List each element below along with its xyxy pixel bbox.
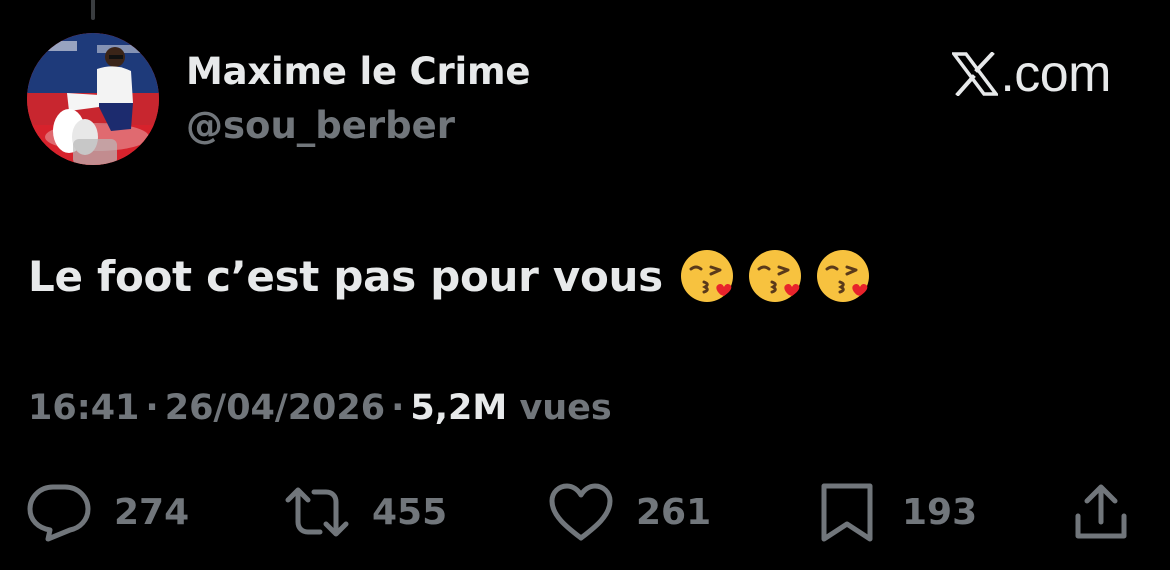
repost-icon — [285, 487, 349, 537]
share-icon — [1075, 484, 1127, 539]
emoji-group — [679, 247, 873, 305]
views-count[interactable]: 5,2M — [410, 388, 507, 428]
views-label: vues — [519, 388, 612, 428]
tweet-body: Le foot c’est pas pour vous — [28, 247, 873, 305]
user-handle[interactable]: @sou_berber — [186, 104, 455, 147]
bookmark-button[interactable]: 193 — [814, 480, 977, 544]
avatar[interactable] — [27, 33, 159, 165]
face-throwing-a-kiss-emoji — [680, 250, 733, 302]
tweet-text: Le foot c’est pas pour vous — [28, 251, 663, 301]
thread-connector-line — [91, 0, 95, 20]
like-button[interactable]: 261 — [548, 480, 711, 544]
bookmark-icon — [821, 483, 873, 542]
action-bar: 274 455 261 193 — [0, 480, 1170, 544]
reply-button[interactable]: 274 — [26, 480, 189, 544]
face-throwing-a-kiss-emoji — [816, 250, 869, 302]
meta-separator: · — [145, 388, 159, 428]
brand-domain-suffix: .com — [1000, 45, 1111, 103]
meta-separator: · — [391, 388, 405, 428]
like-count: 261 — [636, 491, 712, 533]
x-logo-icon — [952, 52, 999, 96]
face-throwing-a-kiss-emoji — [748, 250, 801, 302]
share-button[interactable] — [1068, 480, 1134, 544]
repost-count: 455 — [372, 491, 448, 533]
reply-icon — [27, 484, 91, 542]
display-name[interactable]: Maxime le Crime — [186, 50, 530, 93]
tweet-time[interactable]: 16:41 — [28, 388, 139, 428]
repost-button[interactable]: 455 — [284, 480, 447, 544]
bookmark-count: 193 — [902, 491, 978, 533]
heart-icon — [549, 483, 613, 541]
tweet-date[interactable]: 26/04/2026 — [165, 388, 385, 428]
tweet-metadata: 16:41 · 26/04/2026 · 5,2M vues — [28, 388, 612, 428]
reply-count: 274 — [114, 491, 190, 533]
brand-watermark: .com — [952, 46, 1111, 102]
